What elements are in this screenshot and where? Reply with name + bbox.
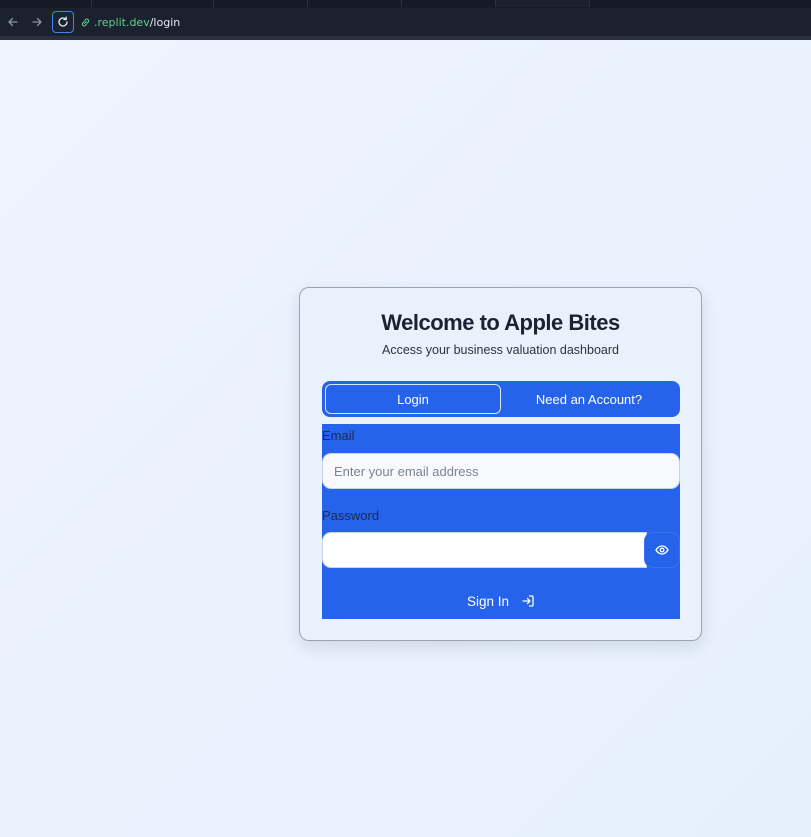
card-title: Welcome to Apple Bites bbox=[381, 310, 620, 335]
link-icon bbox=[81, 18, 90, 26]
card-subtitle: Access your business valuation dashboard bbox=[382, 343, 619, 357]
arrow-left-icon bbox=[8, 17, 18, 27]
browser-tab[interactable] bbox=[402, 0, 496, 7]
back-button[interactable] bbox=[2, 11, 24, 33]
browser-tab[interactable] bbox=[92, 0, 214, 7]
browser-tab[interactable] bbox=[0, 0, 92, 7]
email-field[interactable] bbox=[322, 453, 680, 489]
browser-tabstrip bbox=[0, 0, 811, 8]
toggle-password-visibility-button[interactable] bbox=[644, 532, 680, 568]
password-field[interactable] bbox=[322, 532, 647, 568]
sign-in-button[interactable]: Sign In bbox=[322, 590, 680, 612]
reload-button[interactable] bbox=[52, 11, 74, 33]
tab-login[interactable]: Login bbox=[325, 384, 501, 414]
url-field[interactable]: .replit.dev/login bbox=[80, 11, 811, 33]
url-host: .replit.dev bbox=[94, 15, 150, 29]
browser-tab-active[interactable] bbox=[496, 0, 590, 7]
tab-register[interactable]: Need an Account? bbox=[501, 384, 677, 414]
password-label: Password bbox=[322, 508, 380, 523]
address-bar: .replit.dev/login bbox=[0, 8, 811, 36]
browser-tab[interactable] bbox=[214, 0, 308, 7]
browser-tab[interactable] bbox=[308, 0, 402, 7]
login-form: Email Password Sign In bbox=[322, 424, 680, 619]
reload-icon bbox=[58, 16, 68, 27]
url-path: /login bbox=[149, 15, 181, 29]
sign-in-label: Sign In bbox=[466, 593, 510, 609]
log-in-icon bbox=[521, 594, 535, 608]
chrome-divider bbox=[0, 36, 811, 40]
auth-tabs: Login Need an Account? bbox=[322, 381, 680, 417]
eye-icon bbox=[655, 545, 669, 555]
login-card: Welcome to Apple Bites Access your busin… bbox=[299, 287, 702, 641]
arrow-right-icon bbox=[32, 17, 42, 27]
email-label: Email bbox=[322, 428, 355, 443]
forward-button[interactable] bbox=[26, 11, 48, 33]
